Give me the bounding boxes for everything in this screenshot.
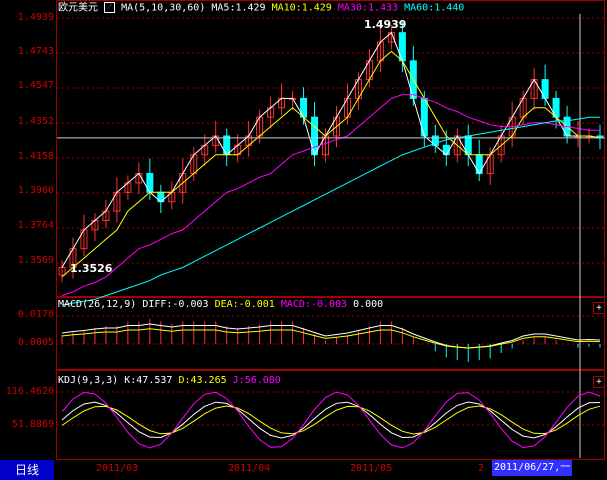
price-tick: 1.4158 bbox=[17, 151, 54, 162]
macd-tick: 0.0178 bbox=[17, 309, 54, 320]
ma-line-ma60 bbox=[61, 116, 600, 306]
price-tick: 1.4547 bbox=[17, 80, 54, 91]
price-tick: 1.4743 bbox=[17, 46, 54, 57]
macd-dea-line bbox=[61, 328, 601, 349]
price-tick: 1.3960 bbox=[17, 185, 54, 196]
ma5-value: MA5:1.429 bbox=[211, 2, 266, 14]
kdj-expand-button[interactable]: + bbox=[593, 376, 605, 388]
date-tick: 2011/05 bbox=[350, 463, 393, 474]
ma30-value: MA30:1.433 bbox=[337, 2, 399, 14]
price-tick: 1.3764 bbox=[17, 220, 54, 231]
kdj-d-line bbox=[61, 405, 601, 435]
macd-diff: DIFF:-0.003 bbox=[142, 299, 209, 310]
high-price-label: 1.4939 bbox=[364, 18, 407, 31]
kdj-legend: KDJ(9,3,3) K:47.537 D:43.265 J:56.080 bbox=[58, 375, 281, 387]
kdj-k: K:47.537 bbox=[124, 375, 173, 386]
ma-line-ma10 bbox=[61, 50, 601, 278]
date-tick: 2 bbox=[478, 463, 485, 474]
ma60-value: MA60:1.440 bbox=[404, 2, 465, 14]
chart-canvas bbox=[57, 14, 605, 458]
macd-params: MACD(26,12,9) bbox=[58, 299, 137, 310]
kdj-tick: 51.8869 bbox=[11, 419, 54, 430]
macd-dea: DEA:-0.001 bbox=[214, 299, 275, 310]
price-legend: 欧元美元 ⟋ MA(5,10,30,60) MA5:1.429 MA10:1.4… bbox=[58, 2, 464, 15]
kdj-k-line bbox=[61, 401, 601, 439]
ma-line-ma5 bbox=[61, 31, 601, 268]
price-tick: 1.4939 bbox=[17, 12, 54, 23]
chart-window: 欧元美元 ⟋ MA(5,10,30,60) MA5:1.429 MA10:1.4… bbox=[0, 0, 607, 480]
date-tick: 2011/03 bbox=[96, 463, 139, 474]
macd-legend: MACD(26,12,9) DIFF:-0.003 DEA:-0.001 MAC… bbox=[58, 299, 383, 311]
symbol-label: 欧元美元 bbox=[58, 2, 98, 14]
period-tab-daily[interactable]: 日线 bbox=[0, 460, 54, 480]
kdj-j: J:56.080 bbox=[232, 375, 281, 386]
macd-extra: 0.000 bbox=[353, 299, 384, 310]
kdj-tick: 116.4620 bbox=[5, 386, 54, 397]
low-price-label: 1.3526 bbox=[70, 262, 113, 275]
cursor-date-label: 2011/06/27,一 bbox=[492, 460, 573, 476]
kdj-params: KDJ(9,3,3) bbox=[58, 375, 119, 386]
macd-tick: 0.0005 bbox=[17, 337, 54, 348]
price-tick: 1.4352 bbox=[17, 116, 54, 127]
ma-icon: ⟋ bbox=[104, 2, 116, 13]
macd-value: MACD:-0.003 bbox=[280, 299, 348, 310]
ma10-value: MA10:1.429 bbox=[271, 2, 332, 14]
date-tick: 2011/04 bbox=[228, 463, 271, 474]
kdj-d: D:43.265 bbox=[178, 375, 227, 386]
macd-expand-button[interactable]: + bbox=[593, 302, 605, 314]
price-tick: 1.3569 bbox=[17, 255, 54, 266]
kdj-j-line bbox=[61, 391, 601, 449]
ma-params: MA(5,10,30,60) bbox=[121, 2, 206, 14]
